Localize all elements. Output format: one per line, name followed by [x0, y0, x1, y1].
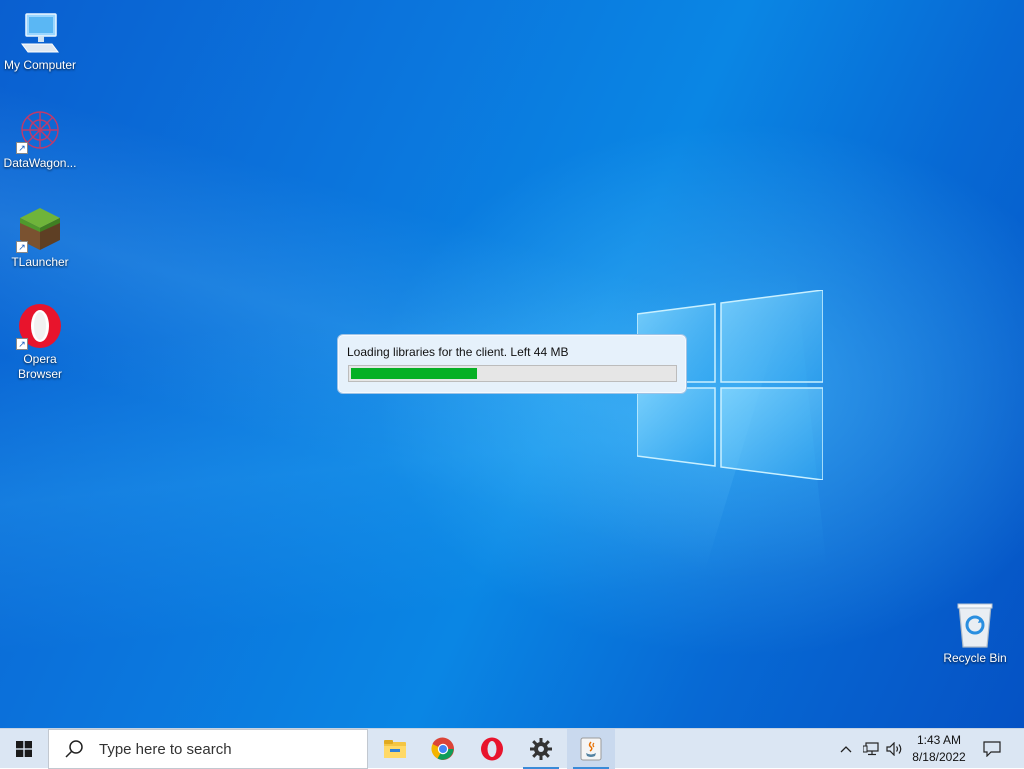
taskbar-opera[interactable] [468, 729, 516, 769]
windows-start-icon [16, 741, 32, 757]
taskbar-chrome[interactable] [419, 729, 467, 769]
desktop: My Computer ↗ DataWagon... ↗ TLauncher ↗… [0, 0, 1024, 728]
desktop-icon-label: My Computer [3, 58, 77, 72]
progress-bar-fill [351, 368, 477, 379]
desktop-icon-label: Opera Browser [17, 352, 62, 381]
taskbar-clock[interactable]: 1:43 AM 8/18/2022 [906, 732, 972, 766]
settings-gear-icon [530, 738, 552, 760]
desktop-icon-label: TLauncher [11, 255, 69, 269]
recycle-bin-icon [951, 601, 999, 649]
clock-time: 1:43 AM [916, 733, 962, 747]
chevron-up-icon [840, 746, 852, 753]
taskbar-settings[interactable] [517, 729, 565, 769]
show-hidden-icons-button[interactable] [836, 729, 856, 769]
network-button[interactable] [860, 729, 882, 769]
minecraft-grass-icon: ↗ [16, 205, 64, 253]
chrome-icon [431, 737, 454, 760]
loading-message: Loading libraries for the client. Left 4… [347, 345, 569, 359]
progress-bar [348, 365, 677, 382]
desktop-icon-datawagon[interactable]: ↗ DataWagon... [0, 106, 80, 171]
computer-icon [16, 8, 64, 56]
volume-button[interactable] [884, 729, 906, 769]
speaker-icon [886, 742, 902, 756]
taskbar-file-explorer[interactable] [371, 729, 419, 769]
start-button[interactable] [0, 729, 48, 769]
opera-icon [481, 737, 503, 761]
taskbar-java[interactable] [567, 729, 615, 769]
desktop-icon-recycle-bin[interactable]: Recycle Bin [935, 601, 1015, 666]
file-explorer-icon [384, 740, 406, 758]
notification-icon [983, 741, 1001, 757]
desktop-icon-label: DataWagon... [3, 156, 77, 170]
search-placeholder: Type here to search [99, 740, 232, 758]
loading-dialog: Loading libraries for the client. Left 4… [337, 334, 687, 394]
datawagon-icon: ↗ [16, 106, 64, 154]
desktop-icon-opera[interactable]: ↗ Opera Browser [0, 302, 80, 382]
search-icon [65, 740, 83, 758]
taskbar: Type here to search 1:43 AM 8/18/2022 [0, 728, 1024, 769]
action-center-button[interactable] [978, 729, 1006, 769]
shortcut-arrow-icon: ↗ [16, 142, 28, 154]
shortcut-arrow-icon: ↗ [16, 241, 28, 253]
java-icon [580, 737, 602, 761]
search-input[interactable]: Type here to search [48, 729, 368, 769]
desktop-icon-tlauncher[interactable]: ↗ TLauncher [0, 205, 80, 270]
desktop-icon-label: Recycle Bin [943, 651, 1007, 665]
shortcut-arrow-icon: ↗ [16, 338, 28, 350]
network-icon [863, 742, 879, 756]
desktop-icon-my-computer[interactable]: My Computer [0, 8, 80, 73]
clock-date: 8/18/2022 [912, 750, 966, 764]
opera-icon: ↗ [16, 302, 64, 350]
